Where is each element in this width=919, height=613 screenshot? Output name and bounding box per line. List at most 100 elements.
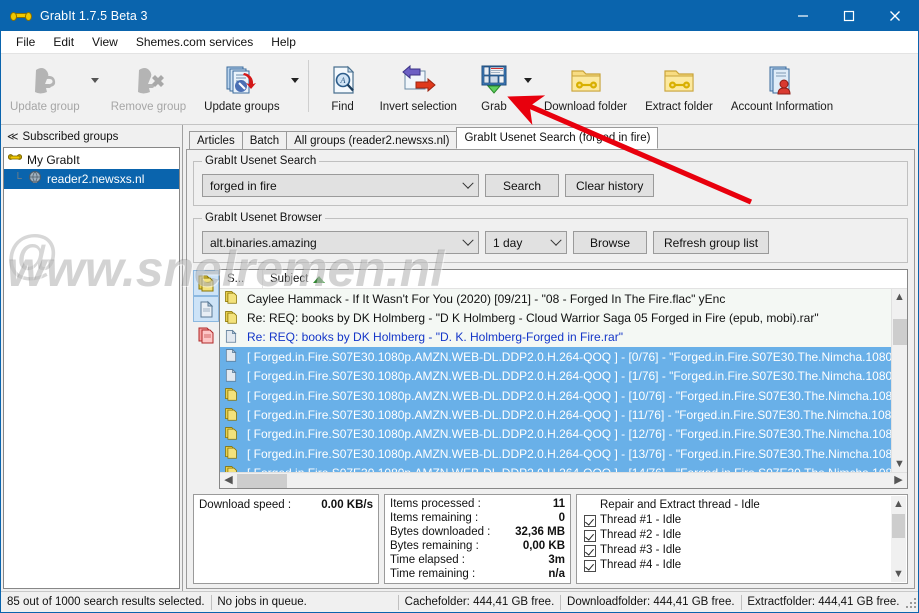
- thread-row[interactable]: Thread #2 - Idle: [584, 528, 902, 543]
- sidebar-header: ≪ Subscribed groups: [3, 127, 180, 147]
- scroll-left-icon[interactable]: ◀: [220, 473, 237, 489]
- scroll-right-icon[interactable]: ▶: [890, 473, 907, 489]
- search-group-legend: GrabIt Usenet Search: [205, 155, 317, 167]
- resize-grip-icon[interactable]: [905, 594, 918, 610]
- stat-label: Time elapsed :: [390, 554, 465, 566]
- update-groups-dropdown[interactable]: [289, 56, 302, 122]
- extract-folder-icon: [662, 62, 696, 98]
- subscribed-groups-tree[interactable]: My GrabIt └ reader2.newsxs.nl: [3, 147, 180, 589]
- search-query-combo[interactable]: forged in fire: [202, 174, 479, 197]
- search-button[interactable]: Search: [485, 174, 559, 197]
- scroll-up-icon[interactable]: ▲: [892, 289, 908, 305]
- thread-row[interactable]: Thread #1 - Idle: [584, 513, 902, 528]
- update-groups-button[interactable]: Update groups: [195, 56, 288, 122]
- account-information-button[interactable]: Account Information: [722, 56, 842, 122]
- newsgroup-value: alt.binaries.amazing: [210, 235, 317, 250]
- scroll-thumb[interactable]: [892, 319, 907, 345]
- list-filter-iconbar: [193, 269, 219, 489]
- tree-item-reader2-newsxs-nl[interactable]: └ reader2.newsxs.nl: [4, 169, 179, 189]
- thread-checkbox[interactable]: [584, 559, 596, 572]
- update-group-button[interactable]: Update group: [1, 56, 89, 122]
- clear-history-button[interactable]: Clear history: [565, 174, 655, 197]
- grey-doc-icon: [224, 348, 240, 365]
- scroll-track[interactable]: [892, 305, 908, 456]
- yellow-doc-icon: [224, 445, 240, 462]
- scroll-up-icon[interactable]: ▲: [891, 496, 907, 512]
- table-row[interactable]: Re: REQ: books by DK Holmberg - "D K Hol…: [220, 308, 907, 328]
- thread-row[interactable]: Thread #4 - Idle: [584, 558, 902, 573]
- table-row[interactable]: [ Forged.in.Fire.S07E30.1080p.AMZN.WEB-D…: [220, 385, 907, 406]
- scroll-down-icon[interactable]: ▼: [891, 566, 907, 582]
- tab-articles[interactable]: Articles: [189, 131, 243, 150]
- chevron-down-icon[interactable]: [458, 232, 478, 253]
- stat-row: Bytes downloaded : 32,36 MB: [390, 525, 565, 539]
- menu-file[interactable]: File: [7, 32, 44, 52]
- svg-text:A: A: [339, 76, 345, 85]
- table-row[interactable]: [ Forged.in.Fire.S07E30.1080p.AMZN.WEB-D…: [220, 347, 907, 367]
- remove-group-button[interactable]: Remove group: [102, 56, 195, 122]
- menu-shemes-com-services[interactable]: Shemes.com services: [127, 32, 262, 52]
- tree-elbow-icon: └: [14, 173, 22, 185]
- column-header-subject[interactable]: Subject: [263, 270, 907, 288]
- row-subject: [ Forged.in.Fire.S07E30.1080p.AMZN.WEB-D…: [247, 446, 907, 461]
- find-button[interactable]: A Find: [315, 56, 371, 122]
- scroll-thumb[interactable]: [892, 514, 905, 538]
- maximize-button[interactable]: [826, 1, 872, 31]
- refresh-group-list-button[interactable]: Refresh group list: [653, 231, 770, 254]
- update-group-dropdown[interactable]: [89, 56, 102, 122]
- newsgroup-combo[interactable]: alt.binaries.amazing: [202, 231, 479, 254]
- browser-row: alt.binaries.amazing 1 day Browse Refres…: [202, 231, 899, 254]
- collapse-left-icon[interactable]: ≪: [7, 130, 18, 143]
- tree-item-my-grabit[interactable]: My GrabIt: [4, 151, 179, 169]
- update-groups-icon: [224, 62, 260, 98]
- tab-grabit-usenet-search[interactable]: GrabIt Usenet Search (forged in fire): [456, 127, 659, 149]
- threads-scrollbar[interactable]: ▲ ▼: [891, 496, 906, 582]
- age-combo[interactable]: 1 day: [485, 231, 567, 254]
- thread-label: Thread #4 - Idle: [600, 559, 682, 571]
- thread-checkbox[interactable]: [584, 514, 596, 527]
- scroll-down-icon[interactable]: ▼: [892, 456, 908, 472]
- menu-help[interactable]: Help: [262, 32, 305, 52]
- toolbar: Update group Remove group Update groups …: [1, 54, 918, 125]
- tab-all-groups[interactable]: All groups (reader2.newsxs.nl): [286, 131, 458, 150]
- menu-view[interactable]: View: [83, 32, 127, 52]
- row-subject: [ Forged.in.Fire.S07E30.1080p.AMZN.WEB-D…: [247, 369, 907, 384]
- grab-dropdown[interactable]: [522, 56, 535, 122]
- show-all-articles-icon[interactable]: [193, 270, 219, 296]
- row-subject: [ Forged.in.Fire.S07E30.1080p.AMZN.WEB-D…: [247, 408, 907, 423]
- status-jobs-queue: No jobs in queue.: [217, 596, 307, 608]
- grab-button[interactable]: Grab: [466, 56, 522, 122]
- table-row[interactable]: Re: REQ: books by DK Holmberg - "D. K. H…: [220, 327, 907, 348]
- table-row[interactable]: [ Forged.in.Fire.S07E30.1080p.AMZN.WEB-D…: [220, 444, 907, 464]
- scroll-track-horizontal[interactable]: [237, 473, 890, 489]
- show-new-articles-icon[interactable]: [193, 296, 219, 322]
- article-list[interactable]: S... Subject Caylee Hammack - If It Wasn…: [219, 269, 908, 489]
- download-speed-value: 0.00 KB/s: [321, 499, 373, 511]
- invert-selection-icon: [400, 62, 437, 98]
- search-input[interactable]: forged in fire: [210, 179, 458, 193]
- column-header-status[interactable]: S...: [220, 270, 263, 288]
- browse-button[interactable]: Browse: [573, 231, 647, 254]
- chevron-down-icon[interactable]: [546, 232, 566, 253]
- thread-row[interactable]: Thread #3 - Idle: [584, 543, 902, 558]
- invert-selection-button[interactable]: Invert selection: [371, 56, 466, 122]
- menu-edit[interactable]: Edit: [44, 32, 83, 52]
- table-row[interactable]: [ Forged.in.Fire.S07E30.1080p.AMZN.WEB-D…: [220, 424, 907, 445]
- list-vertical-scrollbar[interactable]: ▲ ▼: [891, 289, 907, 472]
- download-folder-button[interactable]: Download folder: [535, 56, 636, 122]
- show-incomplete-articles-icon[interactable]: [194, 323, 218, 347]
- list-horizontal-scrollbar[interactable]: ◀ ▶: [220, 472, 907, 488]
- table-row[interactable]: [ Forged.in.Fire.S07E30.1080p.AMZN.WEB-D…: [220, 366, 907, 386]
- table-row[interactable]: Caylee Hammack - If It Wasn't For You (2…: [220, 289, 907, 309]
- extract-folder-button[interactable]: Extract folder: [636, 56, 722, 122]
- stat-value: 0: [558, 512, 565, 524]
- tab-batch[interactable]: Batch: [241, 131, 288, 150]
- chevron-down-icon[interactable]: [458, 175, 478, 196]
- bottom-panels: Download speed : 0.00 KB/s Items process…: [193, 494, 908, 584]
- thread-checkbox[interactable]: [584, 529, 596, 542]
- table-row[interactable]: [ Forged.in.Fire.S07E30.1080p.AMZN.WEB-D…: [220, 405, 907, 425]
- close-button[interactable]: [872, 1, 918, 31]
- scroll-thumb-horizontal[interactable]: [237, 473, 287, 488]
- minimize-button[interactable]: [780, 1, 826, 31]
- thread-checkbox[interactable]: [584, 544, 596, 557]
